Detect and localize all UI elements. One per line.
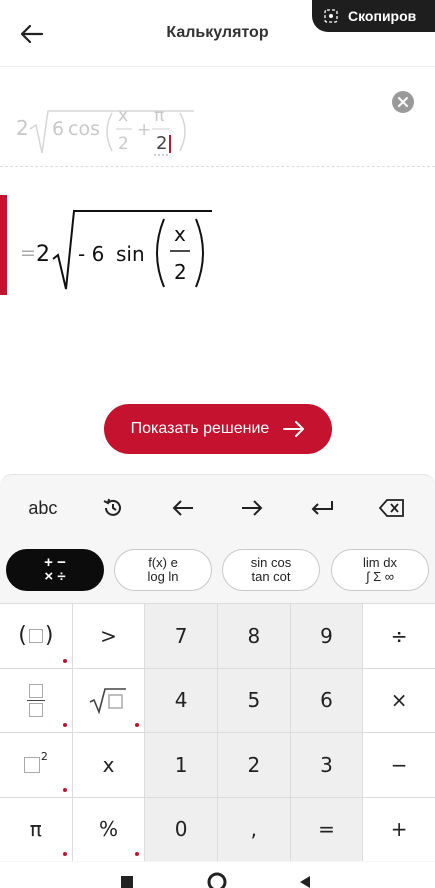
result-equals: =	[20, 242, 36, 264]
result-inner: - 6	[78, 242, 104, 266]
key-1[interactable]: 1	[145, 733, 217, 797]
show-solution-button[interactable]: Показать решение	[104, 404, 332, 454]
key-percent[interactable]: %	[72, 797, 145, 861]
key-minus[interactable]: −	[363, 733, 435, 797]
system-nav-bar	[0, 862, 435, 888]
tab-calculus-line1: lim dx	[363, 555, 397, 570]
input-frac1-den: 2	[118, 134, 129, 154]
keypad-grid: () > 7 8 9 ÷ 4 5 6 × 2 x 1 2 3 − π % 0 ,…	[0, 603, 435, 861]
result-area: = 2 - 6 sin x 2	[0, 195, 435, 295]
clear-input-icon[interactable]	[392, 91, 414, 113]
result-frac-den: 2	[174, 260, 187, 284]
key-fraction[interactable]	[0, 668, 72, 732]
key-7[interactable]: 7	[145, 604, 217, 668]
result-frac-num: x	[174, 222, 186, 246]
input-plus: +	[137, 120, 151, 140]
backspace-icon[interactable]	[365, 488, 419, 528]
key-3[interactable]: 3	[290, 733, 363, 797]
tab-functions-line1: f(x) e	[148, 555, 178, 570]
keyboard-tabs: + − × ÷ f(x) e log ln sin cos tan cot li…	[0, 547, 435, 597]
key-8[interactable]: 8	[217, 604, 290, 668]
key-comma[interactable]: ,	[217, 797, 290, 861]
input-func: cos	[68, 118, 100, 140]
key-5[interactable]: 5	[217, 668, 290, 732]
key-square-root[interactable]	[72, 668, 145, 732]
key-parentheses[interactable]: ()	[0, 604, 72, 668]
key-multiply[interactable]: ×	[363, 668, 435, 732]
result-func: sin	[116, 242, 145, 266]
tab-trigonometry-line1: sin cos	[250, 555, 292, 570]
input-area[interactable]: 2 6 cos x 2 + π 2	[0, 66, 435, 174]
tab-functions[interactable]: f(x) e log ln	[114, 549, 212, 591]
tab-calculus[interactable]: lim dx ∫ Σ ∞	[331, 549, 429, 591]
key-4[interactable]: 4	[145, 668, 217, 732]
input-frac1-num: x	[118, 106, 128, 126]
input-frac2-den: 2	[156, 133, 167, 154]
home-icon[interactable]	[207, 872, 227, 888]
tab-calculus-line2: ∫ Σ ∞	[365, 569, 395, 584]
math-keyboard: abc + − × ÷ f(x) e log ln sin cos tan co…	[0, 474, 435, 888]
input-inner-coef: 6	[52, 118, 64, 140]
key-plus[interactable]: +	[363, 797, 435, 861]
back-nav-icon[interactable]	[300, 876, 310, 888]
key-6[interactable]: 6	[290, 668, 363, 732]
key-9[interactable]: 9	[290, 604, 363, 668]
arrow-right-icon	[283, 421, 305, 437]
cursor-right-icon[interactable]	[225, 488, 279, 528]
tab-trigonometry[interactable]: sin cos tan cot	[222, 549, 320, 591]
input-frac2-num: π	[154, 106, 164, 126]
key-equals[interactable]: =	[290, 797, 363, 861]
key-greater-than[interactable]: >	[72, 604, 145, 668]
result-expression: = 2 - 6 sin x 2	[20, 210, 212, 290]
input-expression[interactable]: 2 6 cos x 2 + π 2	[14, 91, 204, 161]
key-pi-label: π	[29, 817, 42, 842]
key-0[interactable]: 0	[145, 797, 217, 861]
show-solution-label: Показать решение	[130, 420, 270, 437]
toast-text: Скопиров	[348, 8, 417, 24]
key-pi[interactable]: π	[0, 797, 72, 861]
key-x[interactable]: x	[72, 733, 145, 797]
recents-icon[interactable]	[121, 876, 133, 888]
key-percent-label: %	[98, 817, 118, 842]
key-square-exponent: 2	[40, 750, 48, 764]
app-header: Калькулятор Скопиров	[0, 0, 435, 66]
abc-button[interactable]: abc	[16, 488, 70, 528]
result-coef: 2	[36, 242, 50, 267]
screenshot-icon	[324, 9, 338, 23]
tab-arithmetic[interactable]: + − × ÷	[6, 549, 104, 591]
tab-arithmetic-line2: × ÷	[44, 568, 66, 585]
key-2[interactable]: 2	[217, 733, 290, 797]
copy-toast[interactable]: Скопиров	[312, 0, 435, 32]
enter-icon[interactable]	[295, 488, 349, 528]
key-divide[interactable]: ÷	[363, 604, 435, 668]
cursor-left-icon[interactable]	[156, 488, 210, 528]
input-coef: 2	[16, 116, 29, 140]
tab-trigonometry-line2: tan cot	[251, 569, 291, 584]
input-divider	[0, 166, 435, 167]
result-accent-bar	[0, 195, 7, 295]
tab-functions-line2: log ln	[147, 569, 179, 584]
history-icon[interactable]	[86, 488, 140, 528]
keyboard-toolbar: abc	[0, 475, 435, 541]
key-square[interactable]: 2	[0, 733, 72, 797]
